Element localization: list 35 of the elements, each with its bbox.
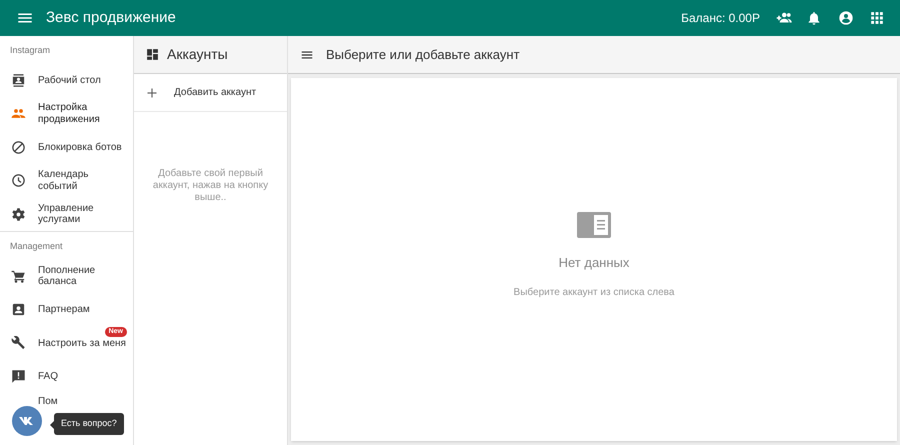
tooltip-text: Есть вопрос?: [61, 417, 117, 430]
sidebar-item[interactable]: Партнерам: [0, 293, 133, 326]
contact-icon: [11, 72, 26, 88]
sidebar-item[interactable]: Управление услугами: [0, 198, 133, 231]
person-icon: [11, 302, 26, 318]
section-heading: Management: [0, 231, 133, 260]
vk-logo-icon: [19, 416, 35, 426]
app-title: Зевс продвижение: [46, 8, 176, 28]
account-icon[interactable]: [838, 10, 854, 26]
empty-title: Нет данных: [558, 254, 630, 272]
cart-icon: [11, 268, 26, 284]
feedback-icon: [11, 369, 26, 384]
main-title: Выберите или добавьте аккаунт: [326, 46, 520, 64]
sidebar-item[interactable]: Пополнение баланса: [0, 260, 133, 293]
plus-icon: [146, 86, 158, 98]
add-account-button[interactable]: Добавить аккаунт: [134, 74, 287, 112]
gear-icon: [11, 206, 26, 222]
empty-text: Выберите аккаунт из списка слева: [514, 286, 674, 300]
no-data-icon: [577, 211, 611, 239]
accounts-title: Аккаунты: [167, 45, 228, 64]
block-icon: [11, 140, 26, 155]
bell-icon[interactable]: [806, 10, 822, 26]
sidebar-item[interactable]: Рабочий стол: [0, 64, 133, 97]
clock-icon: [11, 173, 26, 188]
sidebar-item[interactable]: Календарь событий: [0, 164, 133, 198]
apps-icon[interactable]: [870, 11, 884, 25]
balance-text: Баланс: 0.00Р: [681, 10, 760, 27]
sidebar-item[interactable]: Настройка продвижения: [0, 97, 133, 130]
wrench-icon: [11, 336, 26, 351]
sidebar-item[interactable]: Блокировка ботов: [0, 130, 133, 164]
section-heading: Instagram: [9, 44, 52, 57]
vk-chat-button[interactable]: [12, 406, 42, 436]
dashboard-icon: [146, 48, 159, 61]
empty-accounts-text: Добавьте свой первый аккаунт, нажав на кнопку выше..: [152, 168, 270, 204]
sidebar-item[interactable]: FAQ: [0, 360, 133, 394]
